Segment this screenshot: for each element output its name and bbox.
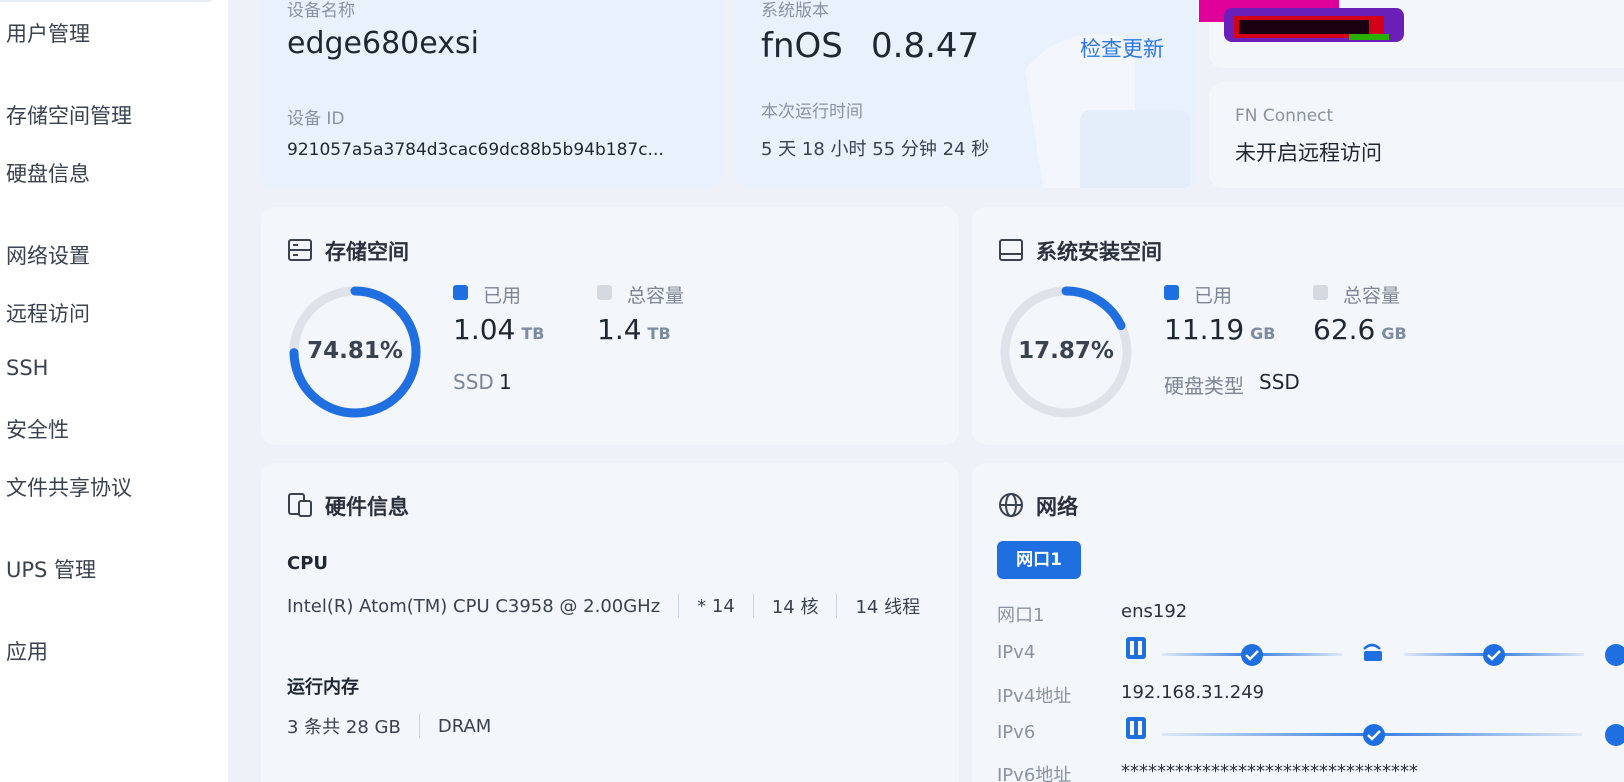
system-used-unit: GB	[1250, 324, 1276, 343]
storage-card[interactable]: 存储空间 74.81% 已用 1.04 TB 总容量 1.4 TB SSD 1	[261, 207, 959, 445]
port-label: 网口1	[997, 605, 1045, 626]
device-name: edge680exsi	[287, 26, 479, 61]
system-total-unit: GB	[1381, 324, 1407, 343]
storage-used-label: 已用	[483, 285, 522, 307]
uptime-value: 5 天 18 小时 55 分钟 24 秒	[761, 139, 990, 160]
globe-icon	[999, 493, 1023, 517]
divider	[418, 714, 420, 738]
system-version-card: 系统版本 fnOS 0.8.47 检查更新 本次运行时间 5 天 18 小时 5…	[735, 0, 1196, 188]
storage-total-unit: TB	[647, 324, 671, 343]
system-used-value: 11.19 GB	[1164, 313, 1276, 346]
memory-type: DRAM	[437, 715, 492, 737]
ipv4-label: IPv4	[997, 642, 1036, 663]
sidebar-item-security[interactable]: 安全性	[6, 414, 69, 444]
cpu-model: Intel(R) Atom(TM) CPU C3958 @ 2.00GHz	[287, 595, 661, 617]
ssd-label: SSD	[453, 370, 494, 394]
ipv4-connection-path	[1126, 637, 1624, 666]
system-used-label: 已用	[1194, 285, 1233, 307]
network-title: 网络	[1036, 495, 1078, 519]
ipv4-address: 192.168.31.249	[1121, 682, 1265, 703]
system-used-number: 11.19	[1164, 313, 1245, 346]
divider	[752, 594, 754, 618]
memory-label: 运行内存	[287, 677, 359, 698]
storage-percent: 74.81%	[307, 338, 403, 364]
system-total-number: 62.6	[1313, 313, 1376, 346]
system-total-value: 62.6 GB	[1313, 313, 1407, 346]
ipv6-address-label: IPv6地址	[997, 765, 1072, 782]
system-disk-icon	[999, 239, 1023, 261]
divider	[836, 594, 838, 618]
sidebar-item-remote-access[interactable]: 远程访问	[6, 298, 90, 328]
storage-total-number: 1.4	[597, 313, 642, 346]
network-card: 网络 网口1 网口1 ens192 IPv4 IPv4地址 192.168.31…	[972, 463, 1624, 782]
storage-title: 存储空间	[325, 240, 409, 264]
cpu-label: CPU	[287, 553, 329, 574]
sidebar-item-storage[interactable]: 存储空间管理	[6, 100, 132, 130]
hardware-card: 硬件信息 CPU Intel(R) Atom(TM) CPU C3958 @ 2…	[261, 463, 959, 782]
system-total-label: 总容量	[1343, 285, 1401, 307]
ipv6-label: IPv6	[997, 722, 1036, 743]
total-legend-swatch	[597, 285, 612, 300]
devices-icon	[288, 493, 312, 517]
storage-total-value: 1.4 TB	[597, 313, 671, 346]
ssd-count: 1	[499, 370, 512, 394]
cpu-info-row: Intel(R) Atom(TM) CPU C3958 @ 2.00GHz * …	[287, 593, 920, 619]
used-legend-swatch	[1164, 285, 1179, 300]
storage-used-value: 1.04 TB	[453, 313, 544, 346]
system-version-label: 系统版本	[761, 1, 829, 21]
sidebar: 用户管理 存储空间管理 硬盘信息 网络设置 远程访问 SSH 安全性 文件共享协…	[0, 0, 228, 782]
sidebar-item-ssh[interactable]: SSH	[6, 356, 48, 380]
cpu-count: * 14	[697, 595, 735, 617]
sidebar-item-users[interactable]: 用户管理	[6, 18, 90, 48]
device-id: 921057a5a3784d3cac69dc88b5b94b187c...	[287, 140, 664, 160]
os-name: fnOS	[761, 26, 843, 66]
hardware-title: 硬件信息	[325, 495, 409, 519]
tab-port-1[interactable]: 网口1	[997, 541, 1081, 579]
storage-icon	[288, 239, 312, 261]
ipv4-address-label: IPv4地址	[997, 686, 1072, 707]
device-card: 设备名称 edge680exsi 设备 ID 921057a5a3784d3ca…	[261, 0, 722, 188]
system-install-title: 系统安装空间	[1036, 240, 1162, 264]
port-value: ens192	[1121, 601, 1188, 622]
used-legend-swatch	[453, 285, 468, 300]
storage-total-label: 总容量	[627, 285, 685, 307]
divider	[678, 594, 680, 618]
fn-connect-label: FN Connect	[1235, 106, 1334, 126]
cpu-cores: 14 核	[771, 597, 819, 618]
sidebar-item-apps[interactable]: 应用	[6, 636, 48, 666]
cpu-threads: 14 线程	[855, 597, 921, 618]
disk-type-value: SSD	[1259, 370, 1300, 394]
sidebar-item-file-sharing[interactable]: 文件共享协议	[6, 472, 132, 502]
check-update-link[interactable]: 检查更新	[1080, 33, 1164, 63]
sidebar-item-network[interactable]: 网络设置	[6, 240, 90, 270]
ipv6-connection-path	[1126, 717, 1624, 746]
total-legend-swatch	[1313, 285, 1328, 300]
memory-size: 3 条共 28 GB	[287, 717, 401, 738]
fn-connect-card[interactable]: FN Connect 未开启远程访问	[1209, 82, 1624, 188]
sidebar-top-divider	[0, 0, 214, 2]
sidebar-item-ups[interactable]: UPS 管理	[6, 554, 96, 584]
system-install-percent: 17.87%	[1018, 338, 1114, 364]
device-id-label: 设备 ID	[287, 109, 345, 129]
system-install-card[interactable]: 系统安装空间 17.87% 已用 11.19 GB 总容量 62.6 GB 硬盘类型…	[972, 207, 1624, 445]
uptime-label: 本次运行时间	[761, 102, 863, 122]
storage-used-unit: TB	[521, 324, 545, 343]
memory-info-row: 3 条共 28 GB DRAM	[287, 713, 491, 739]
redaction-scribble	[1199, 0, 1404, 42]
ipv6-address: *********************************	[1121, 761, 1418, 782]
account-card	[1199, 0, 1624, 68]
os-version: 0.8.47	[871, 26, 980, 66]
sidebar-item-disk-info[interactable]: 硬盘信息	[6, 158, 90, 188]
disk-type-label: 硬盘类型	[1164, 374, 1244, 398]
storage-used-number: 1.04	[453, 313, 516, 346]
device-name-label: 设备名称	[287, 1, 355, 21]
fn-connect-status: 未开启远程访问	[1235, 141, 1382, 165]
